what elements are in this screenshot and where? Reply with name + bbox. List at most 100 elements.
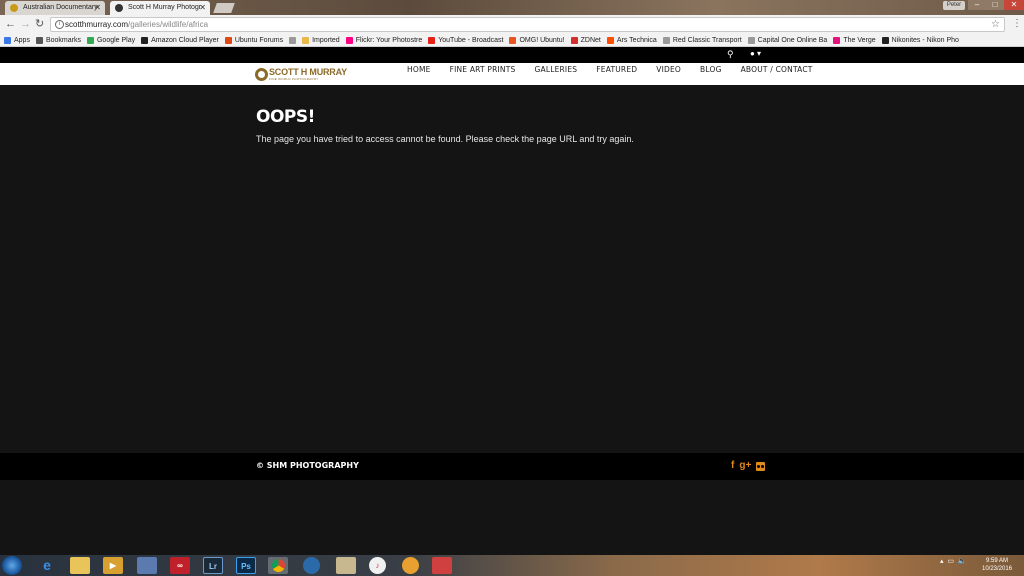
bookmark-item[interactable]: OMG! Ubuntu! <box>509 36 565 44</box>
browser-menu-icon[interactable]: ⋮ <box>1012 18 1022 30</box>
settings-app-icon[interactable] <box>303 557 320 574</box>
bookmark-label: Apps <box>14 36 30 44</box>
new-tab-button[interactable] <box>213 3 235 13</box>
bookmark-label: Flickr: Your Photostre <box>355 36 423 44</box>
omg-icon <box>509 36 517 44</box>
bookmark-item[interactable]: Ubuntu Forums <box>224 36 283 44</box>
taskbar-clock[interactable]: 9:59 AM 10/23/2016 <box>982 557 1012 573</box>
bookmark-item[interactable]: Ars Technica <box>606 36 657 44</box>
creative-cloud-icon[interactable]: ∞ <box>170 557 190 574</box>
bookmark-item[interactable] <box>289 36 297 44</box>
tab-title: Australian Documentary <box>23 4 98 11</box>
folder-icon <box>302 36 310 44</box>
main-content: OOPS! The page you have tried to access … <box>0 85 1024 453</box>
close-window-icon[interactable]: ✕ <box>1004 0 1024 10</box>
computer-icon[interactable] <box>137 557 157 574</box>
verge-icon <box>833 36 841 44</box>
tab-favicon-icon <box>10 4 18 12</box>
bookmark-item[interactable]: YouTube - Broadcast <box>428 36 504 44</box>
facebook-icon[interactable]: f <box>731 460 734 472</box>
minimize-icon[interactable]: – <box>968 0 986 10</box>
browser-tab-strip: Australian Documentary ✕ Scott H Murray … <box>0 0 1024 15</box>
ars-icon <box>606 36 614 44</box>
bookmark-item[interactable]: ZDNet <box>570 36 601 44</box>
page-background <box>0 480 1024 555</box>
forward-arrow-icon[interactable]: → <box>20 18 31 30</box>
close-tab-icon[interactable]: ✕ <box>199 1 206 15</box>
itunes-icon[interactable]: ♪ <box>369 557 386 574</box>
site-footer: © SHM PHOTOGRAPHY f g+ <box>0 453 1024 480</box>
bookmark-star-icon[interactable]: ☆ <box>991 18 1000 31</box>
bookmark-item[interactable]: Capital One Online Ba <box>747 36 828 44</box>
photoshop-icon[interactable]: Ps <box>236 557 256 574</box>
window-user-badge[interactable]: Peter <box>943 1 965 10</box>
browser-tab-active[interactable]: Scott H Murray Photogr ✕ <box>110 1 210 15</box>
youtube-icon <box>428 36 436 44</box>
bookmark-label: Amazon Cloud Player <box>151 36 219 44</box>
file-explorer-icon[interactable] <box>70 557 90 574</box>
internet-explorer-icon[interactable]: e <box>37 557 57 574</box>
social-links: f g+ <box>731 460 766 472</box>
page-icon <box>289 36 297 44</box>
tab-favicon-icon <box>115 4 123 12</box>
bookmark-item[interactable]: Bookmarks <box>35 36 81 44</box>
nikon-icon <box>881 36 889 44</box>
bookmark-item[interactable]: Red Classic Transport <box>662 36 742 44</box>
maximize-icon[interactable]: □ <box>986 0 1004 10</box>
bookmark-label: YouTube - Broadcast <box>438 36 504 44</box>
bookmark-item[interactable]: Amazon Cloud Player <box>141 36 219 44</box>
browser-toolbar: ← → ↻ i scotthmurray.com/galleries/wildl… <box>0 15 1024 34</box>
mail-app-icon[interactable] <box>402 557 419 574</box>
user-account-icon[interactable]: ● ▾ <box>750 49 761 58</box>
start-button-icon[interactable] <box>2 556 22 575</box>
bookmark-item[interactable]: Flickr: Your Photostre <box>345 36 423 44</box>
clock-date: 10/23/2016 <box>982 566 1013 572</box>
nav-fine-art-prints[interactable]: FINE ART PRINTS <box>450 63 516 85</box>
logo-ring-icon <box>255 68 268 81</box>
bookmark-label: Nikonites - Nikon Pho <box>891 36 959 44</box>
close-tab-icon[interactable]: ✕ <box>94 1 101 15</box>
page-icon <box>662 36 670 44</box>
bookmark-label: Google Play <box>96 36 136 44</box>
tab-title: Scott H Murray Photogr <box>128 4 202 11</box>
media-player-icon[interactable]: ▶ <box>103 557 123 574</box>
bookmark-item[interactable]: The Verge <box>833 36 876 44</box>
search-icon[interactable]: ⚲ <box>727 49 734 60</box>
back-arrow-icon[interactable]: ← <box>5 18 16 30</box>
site-info-icon[interactable]: i <box>55 20 64 29</box>
zdnet-icon <box>570 36 578 44</box>
bookmark-label: Imported <box>312 36 340 44</box>
snipping-tool-icon[interactable] <box>432 557 452 574</box>
address-bar[interactable]: i scotthmurray.com/galleries/wildlife/af… <box>50 17 1005 32</box>
amazon-icon <box>141 36 149 44</box>
site-utility-bar: ⚲ ● ▾ <box>0 47 1024 63</box>
bookmark-item[interactable]: Apps <box>4 36 30 44</box>
logo-tagline: FINE WORLD PHOTOGRAPHY <box>269 77 319 81</box>
system-tray[interactable]: ▴ ▭ 🔈 <box>940 557 967 565</box>
nav-home[interactable]: HOME <box>407 63 431 85</box>
reload-icon[interactable]: ↻ <box>35 18 44 30</box>
bookmark-item[interactable]: Nikonites - Nikon Pho <box>881 36 959 44</box>
nav-featured[interactable]: FEATURED <box>596 63 637 85</box>
lightroom-icon[interactable]: Lr <box>203 557 223 574</box>
windows-taskbar: e ▶ ∞ Lr Ps ♪ ▴ ▭ 🔈 9:59 AM 10/23/2016 <box>0 555 1024 576</box>
url-text[interactable]: scotthmurray.com/galleries/wildlife/afri… <box>65 19 208 31</box>
chrome-icon[interactable] <box>268 557 288 574</box>
contacts-app-icon[interactable] <box>336 557 356 574</box>
site-logo[interactable]: SCOTT H MURRAY FINE WORLD PHOTOGRAPHY <box>255 68 347 82</box>
flickr-icon[interactable] <box>756 461 766 471</box>
nav-video[interactable]: VIDEO <box>656 63 681 85</box>
bookmark-label: Capital One Online Ba <box>757 36 828 44</box>
bookmark-label: OMG! Ubuntu! <box>519 36 565 44</box>
nav-galleries[interactable]: GALLERIES <box>534 63 577 85</box>
nav-about-contact[interactable]: ABOUT / CONTACT <box>741 63 813 85</box>
page-icon <box>747 36 755 44</box>
apps-grid-icon <box>4 36 11 44</box>
bookmark-label: The Verge <box>843 36 876 44</box>
google-plus-icon[interactable]: g+ <box>739 460 751 472</box>
bookmark-item[interactable]: Google Play <box>86 36 136 44</box>
nav-blog[interactable]: BLOG <box>700 63 722 85</box>
browser-tab[interactable]: Australian Documentary ✕ <box>5 1 105 15</box>
bookmark-item[interactable]: Imported <box>302 36 340 44</box>
bookmark-label: Red Classic Transport <box>672 36 742 44</box>
